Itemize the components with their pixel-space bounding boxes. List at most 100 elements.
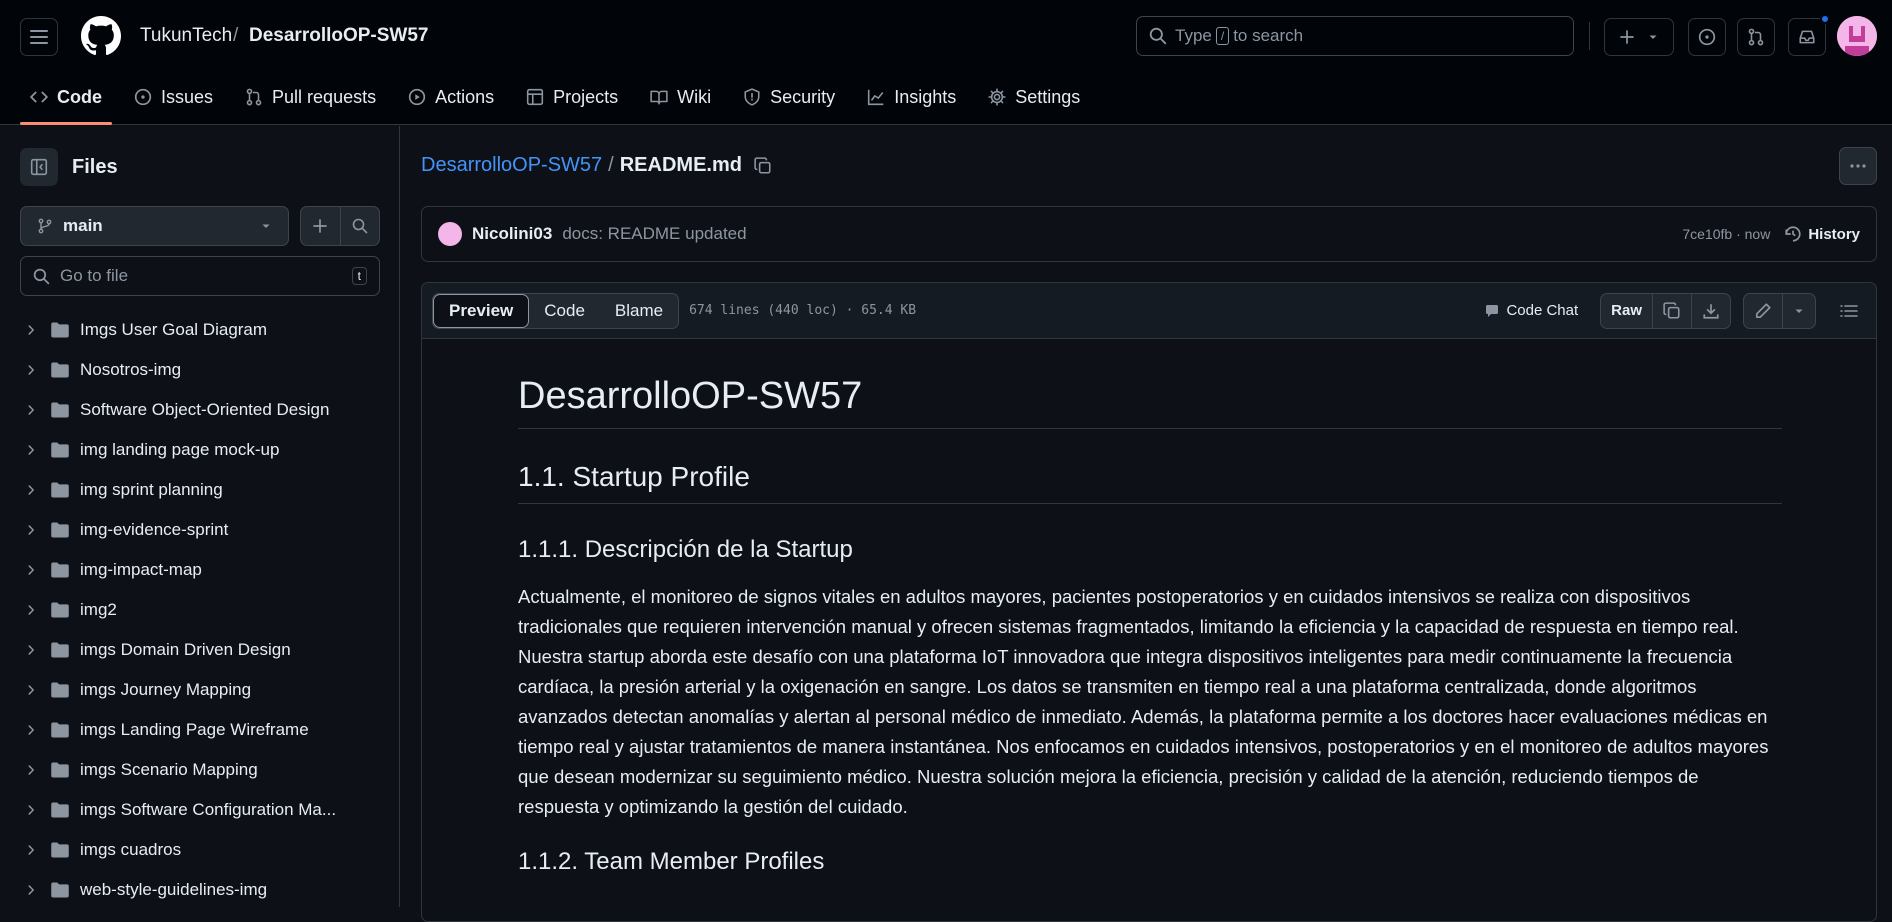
tree-item[interactable]: img-evidence-sprint	[0, 510, 399, 550]
chevron-right-icon[interactable]	[24, 483, 38, 497]
copy-raw-button[interactable]	[1653, 293, 1692, 328]
chevron-right-icon[interactable]	[24, 523, 38, 537]
folder-icon	[51, 362, 69, 378]
tree-item-label: img landing page mock-up	[80, 440, 280, 459]
tab-actions[interactable]: Actions	[398, 76, 504, 118]
issues-button[interactable]	[1688, 18, 1726, 56]
tree-item[interactable]: imgs cuadros	[0, 830, 399, 870]
tab-preview[interactable]: Preview	[433, 293, 530, 328]
tree-item[interactable]: Nosotros-img	[0, 350, 399, 390]
copy-icon[interactable]	[754, 156, 772, 175]
tree-item[interactable]: img2	[0, 590, 399, 630]
owner-link[interactable]: TukunTech	[140, 25, 232, 47]
tree-item-label: Software Object-Oriented Design	[80, 400, 330, 419]
chevron-right-icon[interactable]	[24, 683, 38, 697]
tab-label: Projects	[553, 86, 619, 107]
tab-issues[interactable]: Issues	[124, 76, 223, 118]
pencil-icon	[1755, 302, 1771, 318]
issue-icon	[134, 88, 152, 106]
search-input[interactable]: Type / to search	[1136, 16, 1574, 56]
tree-item[interactable]: imgs Landing Page Wireframe	[0, 710, 399, 750]
tree-item[interactable]: imgs Scenario Mapping	[0, 750, 399, 790]
description-paragraph: Actualmente, el monitoreo de signos vita…	[518, 586, 1769, 817]
triangle-down-icon	[1649, 35, 1657, 39]
add-file-button[interactable]	[301, 207, 341, 245]
raw-button[interactable]: Raw	[1601, 293, 1653, 328]
tab-settings[interactable]: Settings	[978, 76, 1090, 118]
tree-item[interactable]: img landing page mock-up	[0, 430, 399, 470]
branch-selector[interactable]: main	[20, 206, 289, 246]
collapse-sidebar-button[interactable]	[20, 148, 58, 186]
download-raw-button[interactable]	[1692, 294, 1730, 328]
commit-author-avatar[interactable]	[438, 222, 462, 246]
chevron-right-icon[interactable]	[24, 443, 38, 457]
tree-item[interactable]: imgs Journey Mapping	[0, 670, 399, 710]
folder-icon	[51, 802, 69, 818]
sidebar-collapse-icon	[30, 158, 48, 176]
go-to-file-input[interactable]: Go to file t	[20, 256, 380, 296]
chevron-right-icon[interactable]	[24, 643, 38, 657]
chevron-right-icon[interactable]	[24, 763, 38, 777]
history-link[interactable]: History	[1784, 225, 1860, 243]
tree-item-label: imgs cuadros	[80, 840, 182, 859]
chevron-right-icon[interactable]	[24, 603, 38, 617]
table-icon	[527, 88, 544, 106]
triangle-down-icon	[1795, 309, 1803, 313]
chevron-right-icon[interactable]	[24, 883, 38, 897]
tree-item[interactable]: imgs Domain Driven Design	[0, 630, 399, 670]
edit-file-button[interactable]	[1744, 293, 1783, 328]
chevron-right-icon[interactable]	[24, 323, 38, 337]
tree-item[interactable]: Software Object-Oriented Design	[0, 390, 399, 430]
search-files-button[interactable]	[341, 207, 380, 245]
tab-pull-requests[interactable]: Pull requests	[235, 76, 386, 118]
code-chat-button[interactable]: Code Chat	[1484, 302, 1578, 319]
create-new-button[interactable]	[1604, 18, 1674, 56]
chevron-right-icon[interactable]	[24, 803, 38, 817]
commit-sha[interactable]: 7ce10fb · now	[1682, 226, 1770, 242]
shield-icon	[744, 88, 760, 106]
chevron-right-icon[interactable]	[24, 723, 38, 737]
inbox-button[interactable]	[1788, 18, 1826, 56]
tab-insights[interactable]: Insights	[857, 76, 966, 118]
triangle-down-icon	[262, 224, 270, 228]
tab-label: Settings	[1015, 86, 1081, 107]
user-avatar[interactable]	[1837, 16, 1877, 56]
outline-list-icon[interactable]	[1840, 303, 1858, 319]
tab-code[interactable]: Code	[20, 76, 112, 118]
tab-blame[interactable]: Blame	[600, 294, 678, 328]
tree-item[interactable]: web-style-guidelines-img	[0, 870, 399, 910]
active-tab-underline	[20, 122, 112, 125]
tab-code-view[interactable]: Code	[529, 294, 600, 328]
chevron-right-icon[interactable]	[24, 843, 38, 857]
menu-button[interactable]	[20, 18, 58, 56]
chevron-right-icon[interactable]	[24, 563, 38, 577]
file-stats: 674 lines (440 loc) · 65.4 KB	[689, 303, 917, 318]
repo-breadcrumb-link[interactable]: DesarrolloOP-SW57	[421, 154, 602, 177]
pull-requests-button[interactable]	[1737, 18, 1775, 56]
tree-item[interactable]: img sprint planning	[0, 470, 399, 510]
chevron-right-icon[interactable]	[24, 403, 38, 417]
search-shortcut-key: /	[1215, 27, 1230, 45]
file-breadcrumb: DesarrolloOP-SW57 / README.md	[421, 154, 772, 177]
edit-options-button[interactable]	[1783, 294, 1815, 328]
tree-item[interactable]: img-impact-map	[0, 550, 399, 590]
tab-wiki[interactable]: Wiki	[640, 76, 721, 118]
commit-author[interactable]: Nicolini03	[472, 224, 552, 244]
tree-item[interactable]: Imgs User Goal Diagram	[0, 310, 399, 350]
branch-name: main	[63, 216, 103, 235]
tab-projects[interactable]: Projects	[516, 76, 628, 118]
repo-link[interactable]: DesarrolloOP-SW57	[249, 25, 429, 47]
github-logo-icon[interactable]	[81, 16, 121, 56]
chevron-right-icon[interactable]	[24, 363, 38, 377]
tab-label: Pull requests	[272, 86, 377, 107]
tab-security[interactable]: Security	[733, 76, 845, 118]
plus-icon	[313, 219, 328, 233]
commit-message[interactable]: docs: README updated	[562, 224, 746, 244]
graph-icon	[868, 89, 884, 106]
more-options-button[interactable]	[1839, 147, 1877, 185]
inbox-icon	[1799, 30, 1815, 44]
comment-icon	[1486, 304, 1499, 317]
tree-item[interactable]: imgs Software Configuration Ma...	[0, 790, 399, 830]
tab-label: Security	[770, 86, 836, 107]
tab-label: Actions	[435, 86, 495, 107]
